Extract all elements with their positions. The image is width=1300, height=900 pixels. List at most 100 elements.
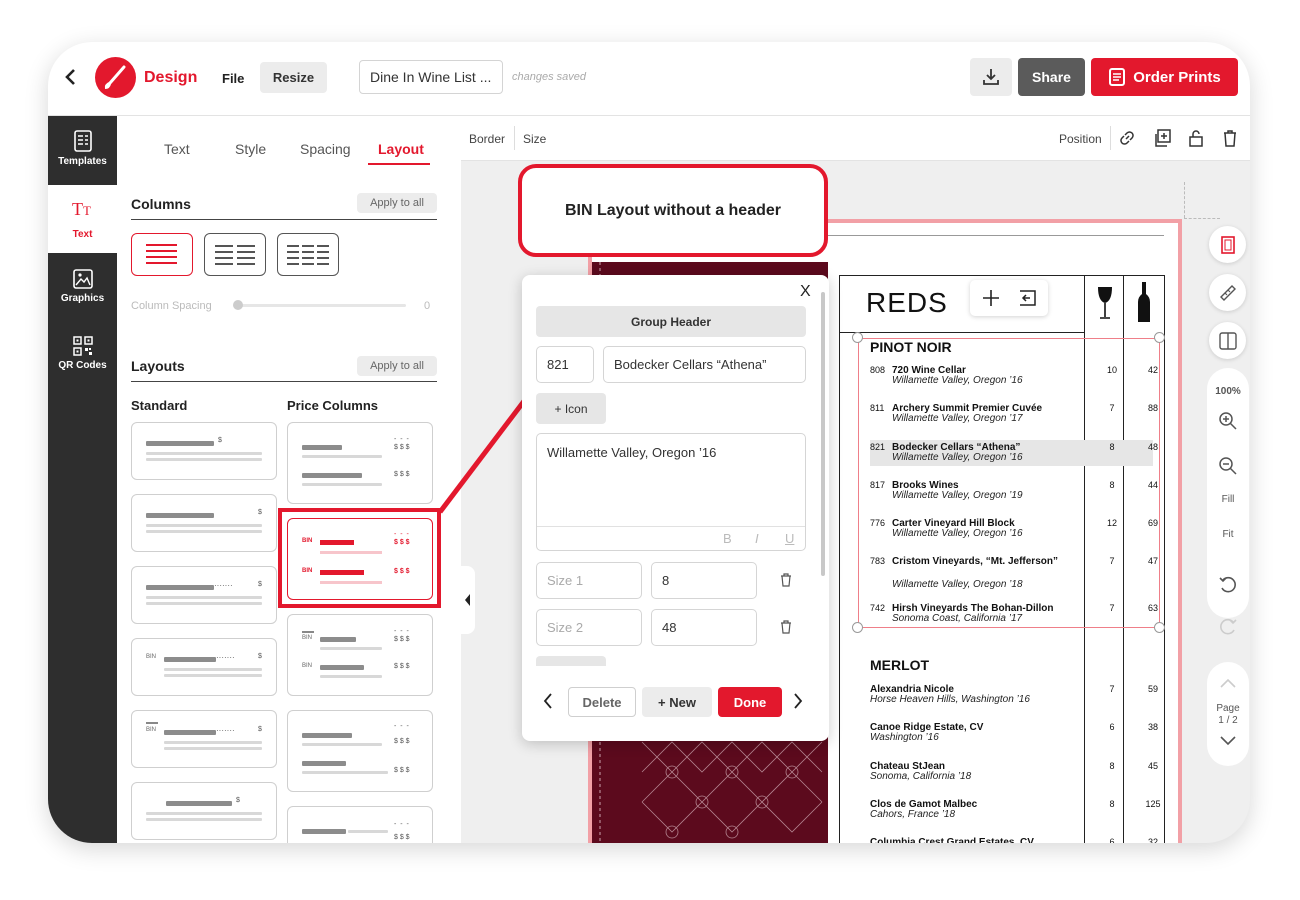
layout-standard-3[interactable]: ······· $ bbox=[131, 566, 277, 624]
description-text: Willamette Valley, Oregon ’16 bbox=[547, 445, 717, 460]
back-icon[interactable] bbox=[64, 68, 78, 91]
layouts-apply-all-button[interactable]: Apply to all bbox=[357, 356, 437, 376]
pinot-noir-title[interactable]: PINOT NOIR bbox=[870, 339, 952, 355]
column-spacing-slider[interactable] bbox=[238, 304, 406, 307]
fill-button[interactable]: Fill bbox=[1207, 494, 1249, 505]
trash-icon[interactable] bbox=[780, 620, 792, 634]
wine-region: Horse Heaven Hills, Washington ’16 bbox=[870, 694, 1030, 705]
wine-price-bottle: 48 bbox=[1147, 442, 1158, 452]
layout-price-5[interactable]: - - - $ $ $ bbox=[287, 806, 433, 843]
layout-standard-4[interactable]: BIN ······· $ bbox=[131, 638, 277, 696]
download-button[interactable] bbox=[970, 58, 1012, 96]
layout-standard-1[interactable]: $ bbox=[131, 422, 277, 480]
selected-layout-highlight bbox=[278, 508, 441, 608]
wine-bin: 808 bbox=[870, 365, 886, 375]
underline-button[interactable]: U bbox=[785, 531, 794, 546]
chevron-up-icon[interactable] bbox=[1218, 676, 1238, 690]
order-prints-button[interactable]: Order Prints bbox=[1091, 58, 1238, 96]
size1-price-input[interactable]: 8 bbox=[651, 562, 757, 599]
three-column-option[interactable] bbox=[277, 233, 339, 276]
resize-handle[interactable] bbox=[852, 332, 863, 343]
description-textarea[interactable]: Willamette Valley, Oregon ’16 B I U bbox=[536, 433, 806, 551]
columns-apply-all-button[interactable]: Apply to all bbox=[357, 193, 437, 213]
trash-icon[interactable] bbox=[780, 573, 792, 587]
new-button[interactable]: + New bbox=[642, 687, 712, 717]
tab-text[interactable]: Text bbox=[164, 141, 190, 157]
redo-icon[interactable] bbox=[1218, 618, 1238, 636]
previous-icon[interactable] bbox=[542, 692, 554, 710]
wine-name: Cristom Vineyards, “Mt. Jefferson” bbox=[892, 556, 1058, 567]
fit-button[interactable]: Fit bbox=[1207, 529, 1249, 540]
layout-standard-6[interactable]: $ bbox=[131, 782, 277, 840]
ruler-button[interactable] bbox=[1209, 274, 1246, 311]
file-menu[interactable]: File bbox=[222, 71, 244, 86]
add-icon[interactable] bbox=[982, 289, 1000, 307]
three-column-icon bbox=[287, 245, 329, 265]
link-icon[interactable] bbox=[1119, 130, 1135, 151]
layout-standard-2[interactable]: $ bbox=[131, 494, 277, 552]
unlock-icon[interactable] bbox=[1188, 129, 1204, 152]
undo-icon[interactable] bbox=[1218, 576, 1238, 594]
border-option[interactable]: Border bbox=[469, 132, 505, 146]
page-view-button[interactable] bbox=[1209, 226, 1246, 263]
group-header-button[interactable]: Group Header bbox=[536, 306, 806, 337]
wine-name: Columbia Crest Grand Estates, CV bbox=[870, 837, 1034, 843]
sidebar-item-text[interactable]: TT Text bbox=[48, 185, 117, 253]
delete-button[interactable]: Delete bbox=[568, 687, 636, 717]
merlot-title[interactable]: MERLOT bbox=[870, 657, 929, 673]
columns-view-button[interactable] bbox=[1209, 322, 1246, 359]
tab-spacing[interactable]: Spacing bbox=[300, 141, 351, 157]
wine-price-bottle: 59 bbox=[1147, 684, 1158, 694]
chevron-down-icon[interactable] bbox=[1218, 734, 1238, 748]
layout-price-3[interactable]: BIN - - - $ $ $ BIN $ $ $ bbox=[287, 614, 433, 696]
section-title[interactable]: REDS bbox=[866, 287, 948, 319]
two-column-option[interactable] bbox=[204, 233, 266, 276]
done-button[interactable]: Done bbox=[718, 687, 782, 717]
truncated-button[interactable] bbox=[536, 656, 606, 666]
sidebar-item-qr-codes[interactable]: QR Codes bbox=[48, 336, 117, 371]
layout-standard-5[interactable]: BIN ······· $ bbox=[131, 710, 277, 768]
position-option[interactable]: Position bbox=[1059, 132, 1102, 146]
one-column-option[interactable] bbox=[131, 233, 193, 276]
wine-bin: 817 bbox=[870, 480, 886, 490]
size2-label-input[interactable]: Size 2 bbox=[536, 609, 642, 646]
next-icon[interactable] bbox=[792, 692, 804, 710]
wine-bin: 783 bbox=[870, 556, 886, 566]
trash-icon[interactable] bbox=[1222, 129, 1238, 152]
zoom-out-icon[interactable] bbox=[1218, 456, 1238, 476]
insert-icon[interactable] bbox=[1018, 289, 1038, 307]
left-sidebar: Templates TT Text Graphics QR Codes bbox=[48, 116, 117, 843]
sidebar-item-graphics[interactable]: Graphics bbox=[48, 269, 117, 304]
document-title-input[interactable]: Dine In Wine List ... bbox=[359, 60, 503, 94]
sidebar-item-templates[interactable]: Templates bbox=[48, 130, 117, 167]
panel-collapse-handle[interactable] bbox=[461, 566, 475, 634]
resize-handle[interactable] bbox=[1154, 332, 1165, 343]
share-button[interactable]: Share bbox=[1018, 58, 1085, 96]
resize-button[interactable]: Resize bbox=[260, 62, 327, 93]
size2-price-input[interactable]: 48 bbox=[651, 609, 757, 646]
bold-button[interactable]: B bbox=[723, 531, 732, 546]
resize-handle[interactable] bbox=[1154, 622, 1165, 633]
size1-label-input[interactable]: Size 1 bbox=[536, 562, 642, 599]
wine-price-bottle: 88 bbox=[1147, 403, 1158, 413]
wine-region: Willamette Valley, Oregon ’16 bbox=[892, 375, 1023, 386]
zoom-in-icon[interactable] bbox=[1218, 411, 1238, 431]
tab-style[interactable]: Style bbox=[235, 141, 266, 157]
wine-price-glass: 6 bbox=[1109, 837, 1115, 843]
wine-region: Sonoma, California ’18 bbox=[870, 771, 972, 782]
duplicate-icon[interactable] bbox=[1153, 129, 1171, 152]
tab-layout[interactable]: Layout bbox=[378, 141, 424, 157]
slider-thumb[interactable] bbox=[233, 300, 243, 310]
layout-price-1[interactable]: - - - $ $ $ $ $ $ bbox=[287, 422, 433, 504]
layout-price-4[interactable]: - - - $ $ $ $ $ $ bbox=[287, 710, 433, 792]
italic-button[interactable]: I bbox=[755, 531, 759, 546]
add-icon-button[interactable]: + Icon bbox=[536, 393, 606, 424]
size-option[interactable]: Size bbox=[523, 132, 546, 146]
editor-scrollbar[interactable] bbox=[821, 292, 825, 576]
wine-price-bottle: 38 bbox=[1147, 722, 1158, 732]
wine-name-input[interactable]: Bodecker Cellars “Athena” bbox=[603, 346, 806, 383]
wine-bin: 811 bbox=[870, 403, 885, 413]
resize-handle[interactable] bbox=[852, 622, 863, 633]
bin-input[interactable]: 821 bbox=[536, 346, 594, 383]
close-icon[interactable]: X bbox=[800, 283, 811, 301]
